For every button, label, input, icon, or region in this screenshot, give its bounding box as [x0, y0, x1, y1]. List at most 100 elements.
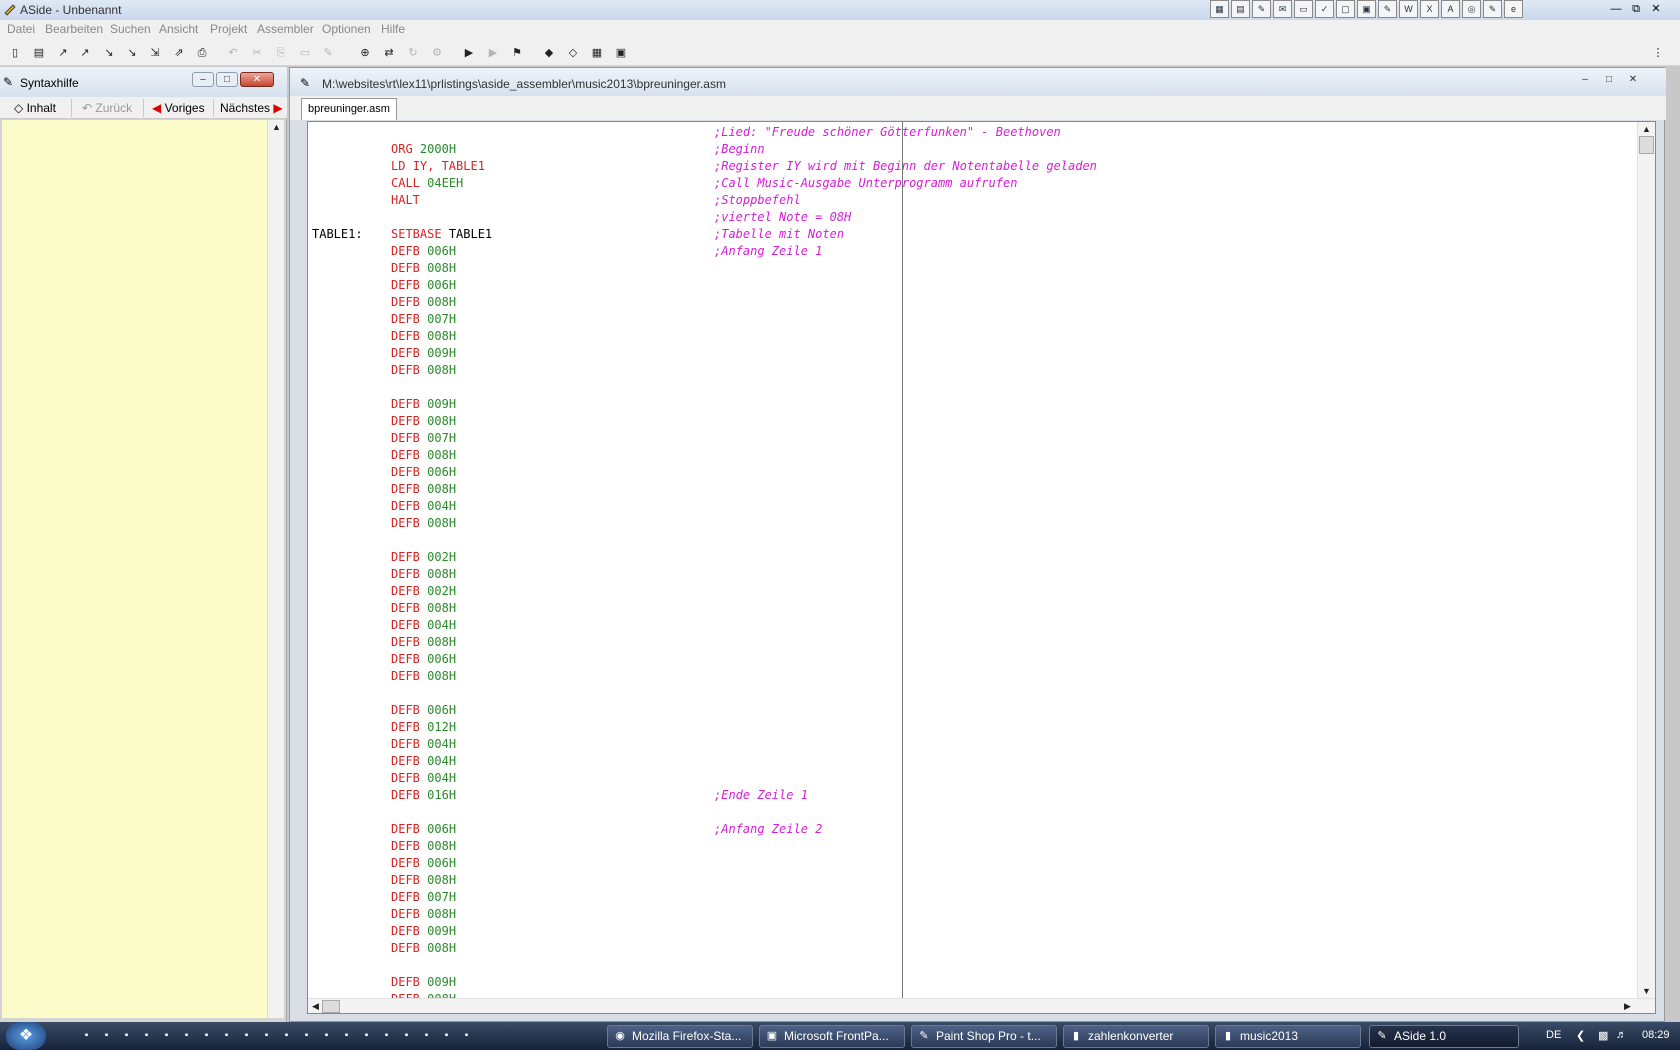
edit-icon[interactable]: ✎: [320, 45, 336, 61]
naechstes-button[interactable]: Nächstes ▶: [216, 99, 286, 117]
calc-icon[interactable]: ▪: [138, 1027, 155, 1044]
taskbar-task[interactable]: ✎ Paint Shop Pro - t...: [911, 1025, 1057, 1048]
scroll-thumb[interactable]: [1639, 136, 1654, 154]
volume-icon[interactable]: ♬: [1616, 1029, 1627, 1041]
code-line[interactable]: ORG 2000H ;Beginn: [308, 141, 1636, 158]
paint-icon[interactable]: ✎: [1252, 0, 1271, 18]
taskbar-task[interactable]: ▮ zahlenkonverter: [1063, 1025, 1209, 1048]
editor-minimize-button[interactable]: –: [1574, 73, 1596, 88]
code-line[interactable]: DEFB 008H: [308, 566, 1636, 583]
paint-icon[interactable]: ▪: [118, 1027, 135, 1044]
new-doc-icon[interactable]: ▤: [31, 45, 47, 61]
cmd-icon[interactable]: ▪: [238, 1027, 255, 1044]
menu-projekt[interactable]: Projekt: [210, 22, 247, 36]
code-line[interactable]: CALL 04EEH ;Call Music-Ausgabe Unterprogr…: [308, 175, 1636, 192]
code-line[interactable]: [308, 532, 1636, 549]
code-line[interactable]: [308, 957, 1636, 974]
note-icon[interactable]: ✎: [1378, 0, 1397, 18]
restore-button[interactable]: ⧉: [1627, 2, 1645, 17]
code-line[interactable]: DEFB 008H: [308, 906, 1636, 923]
replace-icon[interactable]: ⇄: [381, 45, 397, 61]
access-icon[interactable]: A: [1441, 0, 1460, 18]
code-line[interactable]: DEFB 008H: [308, 668, 1636, 685]
code-line[interactable]: DEFB 004H: [308, 498, 1636, 515]
taskbar-task[interactable]: ✎ ASide 1.0: [1369, 1025, 1519, 1048]
monitor-icon[interactable]: ▪: [218, 1027, 235, 1044]
code-line[interactable]: DEFB 004H: [308, 736, 1636, 753]
code-line[interactable]: DEFB 006H: [308, 651, 1636, 668]
code-line[interactable]: ;viertel Note = 08H: [308, 209, 1636, 226]
code-line[interactable]: DEFB 008H: [308, 362, 1636, 379]
help-icon[interactable]: ◇: [565, 45, 581, 61]
browser-icon[interactable]: ▪: [358, 1027, 375, 1044]
settings-icon[interactable]: ⚙: [429, 45, 445, 61]
code-line[interactable]: DEFB 004H: [308, 753, 1636, 770]
code-line[interactable]: DEFB 008H: [308, 940, 1636, 957]
code-line[interactable]: DEFB 008H: [308, 413, 1636, 430]
mail-icon[interactable]: ✉: [1273, 0, 1292, 18]
code-line[interactable]: LD IY, TABLE1 ;Register IY wird mit Begin…: [308, 158, 1636, 175]
code-line[interactable]: DEFB 006H: [308, 702, 1636, 719]
minimize-button[interactable]: —: [1607, 2, 1625, 17]
doc-icon[interactable]: ▭: [1294, 0, 1313, 18]
menu-hilfe[interactable]: Hilfe: [381, 22, 405, 36]
app-icon[interactable]: ▦: [1210, 0, 1229, 18]
hscroll-thumb[interactable]: [322, 1000, 340, 1013]
code-line[interactable]: DEFB 002H: [308, 549, 1636, 566]
panel-minimize-button[interactable]: –: [192, 72, 214, 87]
panel-close-button[interactable]: ✕: [240, 72, 274, 87]
tool2-icon[interactable]: ▪: [458, 1027, 475, 1044]
help-vertical-scrollbar[interactable]: ▲: [267, 120, 284, 1018]
code-line[interactable]: DEFB 008H: [308, 481, 1636, 498]
code-line[interactable]: DEFB 009H: [308, 396, 1636, 413]
code-line[interactable]: DEFB 016H ;Ende Zeile 1: [308, 787, 1636, 804]
taskbar-task[interactable]: ◉ Mozilla Firefox-Sta...: [607, 1025, 753, 1048]
scroll-down-arrow-icon[interactable]: ▼: [1642, 986, 1651, 996]
save-all-icon[interactable]: ↘: [124, 45, 140, 61]
taskbar-task[interactable]: ▮ music2013: [1215, 1025, 1361, 1048]
code-line[interactable]: HALT ;Stoppbefehl: [308, 192, 1636, 209]
assemble-icon[interactable]: ▦: [589, 45, 605, 61]
debug-icon[interactable]: ⚑: [509, 45, 525, 61]
globe-icon[interactable]: ▪: [338, 1027, 355, 1044]
editor-vertical-scrollbar[interactable]: ▲ ▼: [1637, 122, 1655, 998]
export-icon[interactable]: ⇗: [171, 45, 187, 61]
start-button[interactable]: ❖: [6, 1022, 46, 1050]
menu-suchen[interactable]: Suchen: [110, 22, 151, 36]
menu-optionen[interactable]: Optionen: [322, 22, 371, 36]
taskbar-task[interactable]: ▣ Microsoft FrontPa...: [759, 1025, 905, 1048]
code-line[interactable]: DEFB 007H: [308, 889, 1636, 906]
reader-icon[interactable]: ✎: [1483, 0, 1502, 18]
code-line[interactable]: DEFB 008H: [308, 600, 1636, 617]
close-button[interactable]: ✕: [1647, 2, 1665, 17]
run-icon[interactable]: ▶: [485, 45, 501, 61]
notepad-icon[interactable]: ▪: [158, 1027, 175, 1044]
code-line[interactable]: DEFB 006H: [308, 464, 1636, 481]
excel-icon[interactable]: X: [1420, 0, 1439, 18]
open-project-icon[interactable]: ↗: [77, 45, 93, 61]
code-area[interactable]: ;Lied: "Freude schöner Götterfunken" - B…: [308, 122, 1636, 998]
code-line[interactable]: TABLE1: SETBASE TABLE1 ;Tabelle mit Noten: [308, 226, 1636, 243]
code-line[interactable]: DEFB 012H: [308, 719, 1636, 736]
code-line[interactable]: DEFB 008H: [308, 634, 1636, 651]
menu-ansicht[interactable]: Ansicht: [159, 22, 198, 36]
code-line[interactable]: DEFB 006H ;Anfang Zeile 1: [308, 243, 1636, 260]
code-line[interactable]: DEFB 007H: [308, 430, 1636, 447]
toolbar-overflow-icon[interactable]: ⋮: [1650, 45, 1666, 61]
pp-icon[interactable]: ▪: [418, 1027, 435, 1044]
open-icon[interactable]: ↗: [55, 45, 71, 61]
code-line[interactable]: DEFB 008H: [308, 515, 1636, 532]
code-line[interactable]: DEFB 008H: [308, 991, 1636, 998]
files-icon[interactable]: ▣: [1357, 0, 1376, 18]
pdf-icon[interactable]: ▪: [258, 1027, 275, 1044]
copy-icon[interactable]: ⎘: [273, 45, 289, 61]
menu-assembler[interactable]: Assembler: [257, 22, 314, 36]
inhalt-button[interactable]: ◇ Inhalt: [10, 99, 72, 117]
panel-maximize-button[interactable]: □: [216, 72, 238, 87]
editor-close-button[interactable]: ✕: [1622, 73, 1644, 88]
tool-icon[interactable]: ▪: [178, 1027, 195, 1044]
print-icon[interactable]: ⎙: [194, 45, 210, 61]
exit-icon[interactable]: ▣: [613, 45, 629, 61]
code-line[interactable]: [308, 379, 1636, 396]
save-project-icon[interactable]: ⇲: [147, 45, 163, 61]
